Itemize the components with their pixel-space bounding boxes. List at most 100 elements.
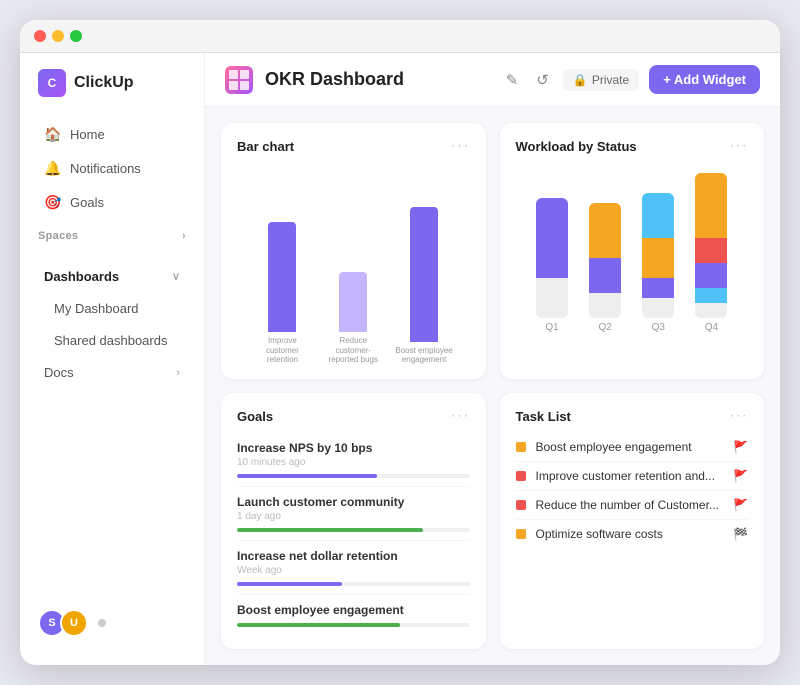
goals-title: Goals xyxy=(237,409,273,424)
logo-text: ClickUp xyxy=(74,74,134,92)
task-list-items: Boost employee engagement 🚩 Improve cust… xyxy=(516,433,749,635)
dashboard-icon xyxy=(225,66,253,94)
sidebar-item-docs[interactable]: Docs › xyxy=(26,357,198,388)
segment-q2-2 xyxy=(589,258,621,293)
goal-progress-fill-3 xyxy=(237,582,342,586)
goal-item-4: Boost employee engagement xyxy=(237,595,470,635)
bar-chart-menu-button[interactable]: ··· xyxy=(451,137,470,155)
goal-progress-bg-2 xyxy=(237,528,470,532)
bar-label-1: Improve customer retention xyxy=(252,336,312,365)
bar-1 xyxy=(268,222,296,332)
refresh-button[interactable]: ↺ xyxy=(532,67,553,93)
close-button[interactable] xyxy=(34,30,46,42)
q3-label: Q3 xyxy=(652,322,665,333)
task-item-3: Reduce the number of Customer... 🚩 xyxy=(516,491,749,520)
sidebar-item-shared-dashboards[interactable]: Shared dashboards xyxy=(26,325,198,356)
task-name-3: Reduce the number of Customer... xyxy=(536,498,724,512)
workload-menu-button[interactable]: ··· xyxy=(729,137,748,155)
goals-list: Increase NPS by 10 bps 10 minutes ago La… xyxy=(237,433,470,635)
dashboards-label: Dashboards xyxy=(44,269,119,284)
task-dot-1 xyxy=(516,442,526,452)
goal-time-1: 10 minutes ago xyxy=(237,457,470,468)
goal-item-3: Increase net dollar retention Week ago xyxy=(237,541,470,595)
topbar: OKR Dashboard ✎ ↺ 🔒 Private + Add Widget xyxy=(205,53,780,107)
task-flag-3: 🚩 xyxy=(733,498,748,512)
goal-progress-fill-1 xyxy=(237,474,377,478)
sidebar-item-dashboards[interactable]: Dashboards ∨ xyxy=(26,261,198,292)
workload-header: Workload by Status ··· xyxy=(516,137,749,155)
private-badge: 🔒 Private xyxy=(563,69,639,91)
task-flag-2: 🚩 xyxy=(733,469,748,483)
edit-button[interactable]: ✎ xyxy=(502,67,523,93)
workload-widget: Workload by Status ··· Q1 xyxy=(500,123,765,379)
goal-progress-bg-3 xyxy=(237,582,470,586)
segment-q4-3 xyxy=(695,263,727,288)
bar-label-2: Reduce customer-reported bugs xyxy=(323,336,383,365)
bar-group-3: Boost employee engagement xyxy=(389,207,460,365)
goals-icon: 🎯 xyxy=(44,194,60,211)
task-dot-4 xyxy=(516,529,526,539)
bar-3 xyxy=(410,207,438,342)
sidebar: C ClickUp 🏠 Home 🔔 Notifications 🎯 Goals xyxy=(20,53,205,665)
bar-group-2: Reduce customer-reported bugs xyxy=(318,272,389,365)
q4-label: Q4 xyxy=(705,322,718,333)
task-name-2: Improve customer retention and... xyxy=(536,469,724,483)
goal-progress-fill-4 xyxy=(237,623,400,627)
segment-q4-1 xyxy=(695,173,727,238)
minimize-button[interactable] xyxy=(52,30,64,42)
goal-progress-bg-4 xyxy=(237,623,470,627)
segment-q2-3 xyxy=(589,293,621,318)
bar-chart-widget: Bar chart ··· Improve customer retention… xyxy=(221,123,486,379)
main-content: OKR Dashboard ✎ ↺ 🔒 Private + Add Widget xyxy=(205,53,780,665)
task-list-widget: Task List ··· Boost employee engagement … xyxy=(500,393,765,649)
segment-q1-2 xyxy=(536,278,568,318)
app-window: C ClickUp 🏠 Home 🔔 Notifications 🎯 Goals xyxy=(20,20,780,665)
task-list-menu-button[interactable]: ··· xyxy=(729,407,748,425)
stacked-bars-container: Q1 Q2 xyxy=(516,173,749,333)
q1-label: Q1 xyxy=(545,322,558,333)
task-list-header: Task List ··· xyxy=(516,407,749,425)
bar-chart-area: Improve customer retention Reduce custom… xyxy=(237,163,470,365)
page-title: OKR Dashboard xyxy=(265,69,490,90)
goal-progress-bg-1 xyxy=(237,474,470,478)
goal-name-3: Increase net dollar retention xyxy=(237,549,470,563)
sidebar-item-goals-label: Goals xyxy=(70,195,104,210)
sidebar-footer: S U xyxy=(20,597,204,649)
add-widget-button[interactable]: + Add Widget xyxy=(649,65,760,94)
bars-container: Improve customer retention Reduce custom… xyxy=(237,205,470,365)
dashboards-chevron-icon: ∨ xyxy=(172,270,180,283)
spaces-chevron-icon: › xyxy=(182,230,186,242)
task-name-1: Boost employee engagement xyxy=(536,440,724,454)
goal-progress-fill-2 xyxy=(237,528,423,532)
stacked-bar-q4-bar xyxy=(695,173,727,318)
stacked-bar-q2: Q2 xyxy=(579,203,632,333)
stacked-bar-q4: Q4 xyxy=(685,173,738,333)
bell-icon: 🔔 xyxy=(44,160,60,177)
sidebar-logo: C ClickUp xyxy=(20,69,204,117)
my-dashboard-label: My Dashboard xyxy=(54,301,139,316)
sidebar-item-notifications[interactable]: 🔔 Notifications xyxy=(26,152,198,185)
task-dot-3 xyxy=(516,500,526,510)
stacked-bar-q1-bar xyxy=(536,198,568,318)
task-flag-4: 🏁 xyxy=(733,527,748,541)
segment-q4-5 xyxy=(695,303,727,318)
segment-q4-4 xyxy=(695,288,727,303)
maximize-button[interactable] xyxy=(70,30,82,42)
segment-q1-1 xyxy=(536,198,568,278)
sidebar-nav: 🏠 Home 🔔 Notifications 🎯 Goals Spaces › xyxy=(20,117,204,597)
segment-q3-3 xyxy=(642,278,674,298)
stacked-bar-q1: Q1 xyxy=(526,198,579,333)
home-icon: 🏠 xyxy=(44,126,60,143)
stacked-bar-q3: Q3 xyxy=(632,193,685,333)
segment-q3-1 xyxy=(642,193,674,238)
q2-label: Q2 xyxy=(599,322,612,333)
sidebar-item-home[interactable]: 🏠 Home xyxy=(26,118,198,151)
segment-q3-2 xyxy=(642,238,674,278)
bar-chart-title: Bar chart xyxy=(237,139,294,154)
shared-dashboards-label: Shared dashboards xyxy=(54,333,167,348)
goals-menu-button[interactable]: ··· xyxy=(451,407,470,425)
sidebar-item-my-dashboard[interactable]: My Dashboard xyxy=(26,293,198,324)
sidebar-item-goals[interactable]: 🎯 Goals xyxy=(26,186,198,219)
topbar-actions: ✎ ↺ 🔒 Private + Add Widget xyxy=(502,65,760,94)
task-item-2: Improve customer retention and... 🚩 xyxy=(516,462,749,491)
